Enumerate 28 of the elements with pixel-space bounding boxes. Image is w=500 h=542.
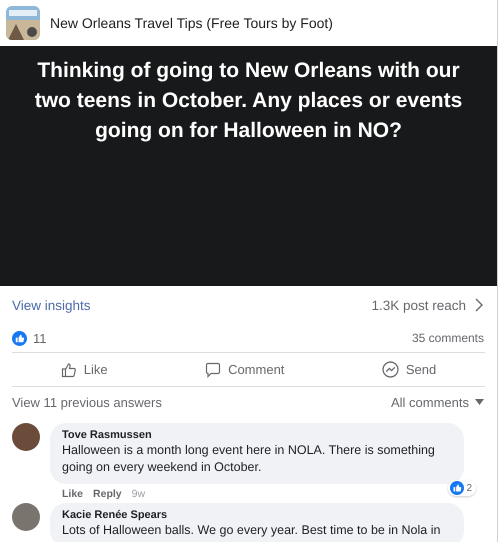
like-link[interactable]: Like <box>62 488 84 500</box>
comment-count[interactable]: 35 comments <box>412 331 484 345</box>
post-text: Thinking of going to New Orleans with our two teens in October. Any places or events going on for Halloween in NO? <box>34 58 464 144</box>
caret-down-icon <box>475 399 484 405</box>
comment-time: 9w <box>132 488 146 500</box>
send-button[interactable]: Send <box>374 357 444 382</box>
comment-button[interactable]: Comment <box>197 358 292 382</box>
reaction-badge[interactable]: 2 <box>448 480 476 496</box>
chevron-right-icon <box>474 297 484 313</box>
messenger-icon <box>382 361 399 378</box>
thumbs-up-icon <box>60 362 77 378</box>
avatar[interactable] <box>12 503 40 531</box>
speech-bubble-icon <box>205 362 222 378</box>
like-reaction-icon <box>450 481 464 495</box>
reaction-count[interactable]: 11 <box>33 330 46 346</box>
comment-author[interactable]: Tove Rasmussen <box>62 429 452 442</box>
comment-text: Halloween is a month long event here in NOLA. There is something going on every weekend in October. <box>62 442 436 476</box>
previous-answers-link[interactable]: View 11 previous answers <box>12 394 162 410</box>
avatar[interactable] <box>12 423 40 451</box>
comment-text: Lots of Halloween balls. We go every year. Best time to be in Nola in <box>62 522 442 539</box>
like-reaction-icon <box>12 330 27 346</box>
comment-author[interactable]: Kacie Renée Spears <box>62 509 452 522</box>
page-name[interactable]: New Orleans Travel Tips (Free Tours by Foot) <box>50 15 333 31</box>
comment-filter-dropdown[interactable]: All comments <box>390 394 484 410</box>
reply-link[interactable]: Reply <box>93 488 122 500</box>
post-reach-button[interactable]: 1.3K post reach <box>371 297 484 313</box>
view-insights-link[interactable]: View insights <box>12 298 91 312</box>
like-button[interactable]: Like <box>52 358 116 382</box>
